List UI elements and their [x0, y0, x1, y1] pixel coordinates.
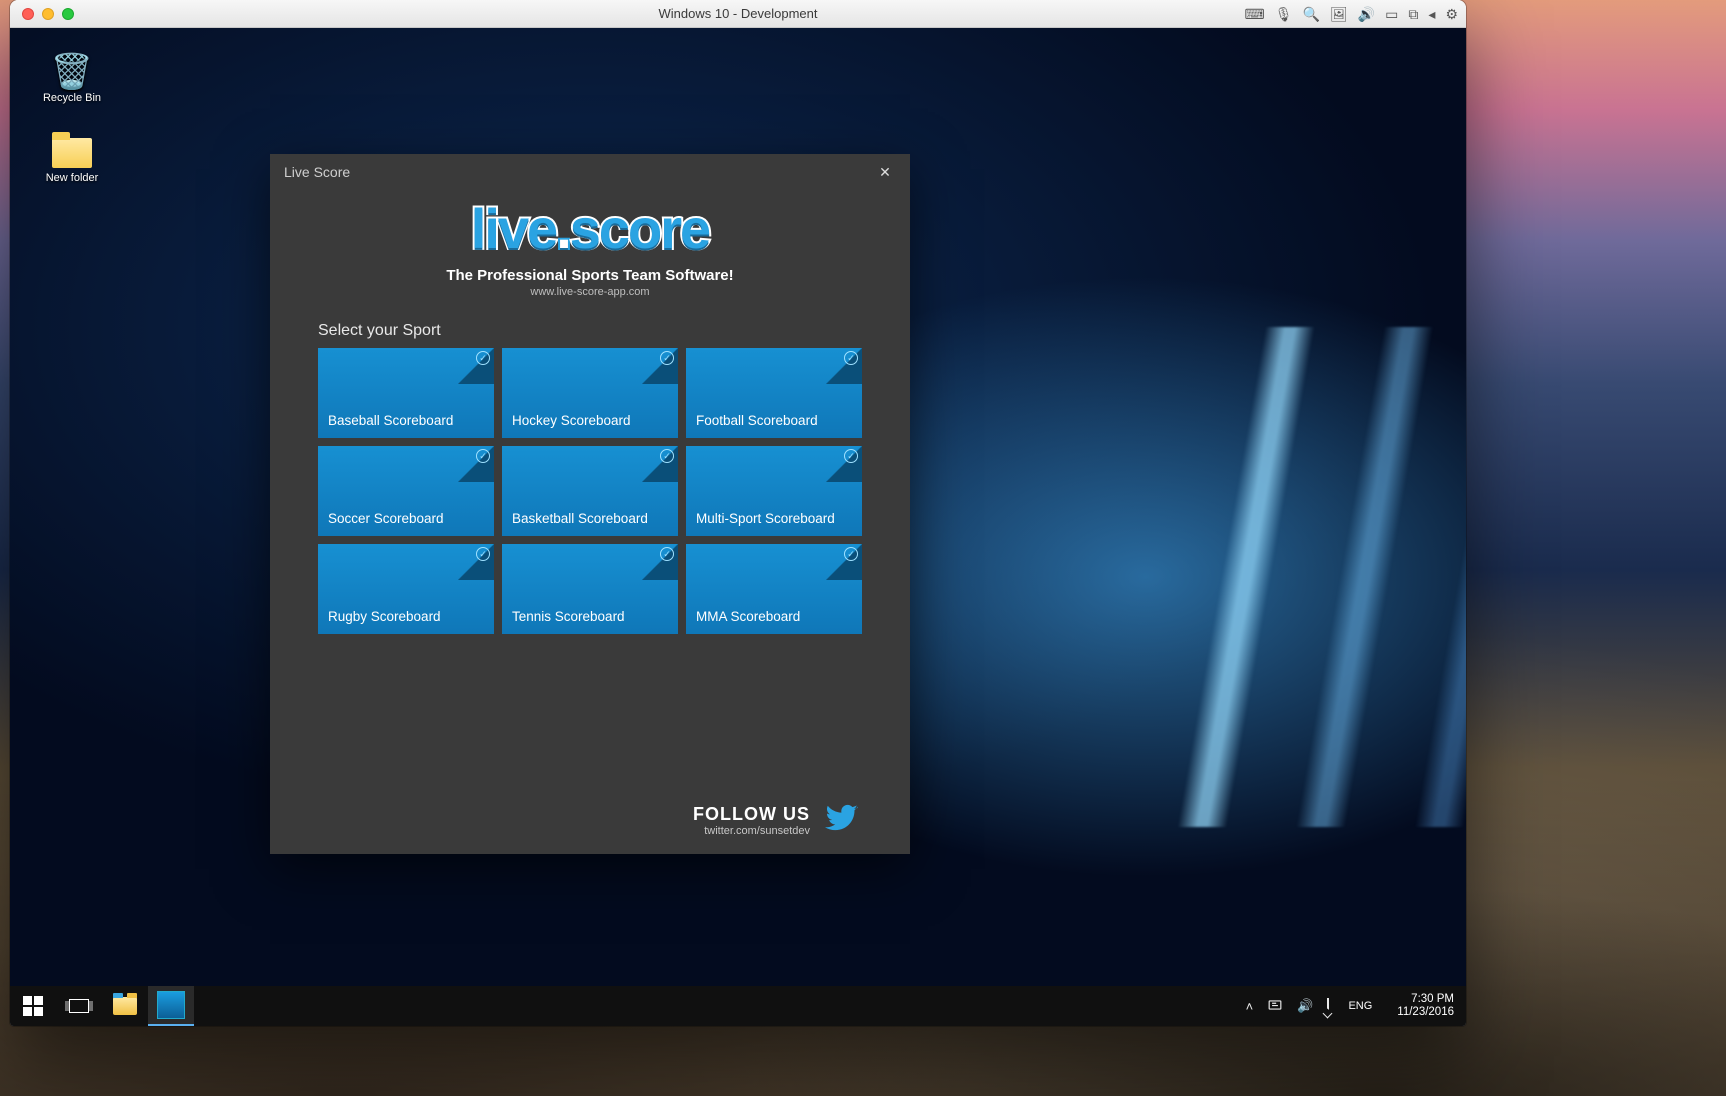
mac-desktop-background: Windows 10 - Development ⌨ 🎙 🔍 🖼 🔊 ▭ ⧉ ◂…: [0, 0, 1726, 1096]
taskbar-time: 7:30 PM: [1397, 993, 1454, 1006]
desktop-icons: 🗑️ Recycle Bin New folder: [34, 52, 110, 184]
volume-icon[interactable]: 🔊: [1297, 998, 1313, 1014]
desktop-icon-label: New folder: [34, 172, 110, 184]
recycle-bin-icon[interactable]: 🗑️ Recycle Bin: [34, 52, 110, 104]
task-view-icon: [69, 999, 89, 1013]
tile-label: Hockey Scoreboard: [512, 413, 631, 428]
follow-us-handle: twitter.com/sunsetdev: [693, 825, 810, 837]
windows-desktop[interactable]: 🗑️ Recycle Bin New folder Live Score ✕: [10, 28, 1466, 1026]
new-folder-icon[interactable]: New folder: [34, 134, 110, 184]
logo-text-left: live: [471, 197, 556, 260]
tile-baseball[interactable]: Baseball Scoreboard: [318, 348, 494, 438]
tile-label: Baseball Scoreboard: [328, 413, 453, 428]
mac-traffic-lights: [22, 8, 74, 20]
vm-host-window: Windows 10 - Development ⌨ 🎙 🔍 🖼 🔊 ▭ ⧉ ◂…: [10, 0, 1466, 1026]
live-score-app-icon: [157, 991, 185, 1019]
tile-label: Multi-Sport Scoreboard: [696, 511, 835, 526]
sport-tile-grid: Baseball Scoreboard Hockey Scoreboard Fo…: [318, 348, 862, 634]
check-icon: [660, 547, 674, 561]
follow-us-title: FOLLOW US: [693, 804, 810, 825]
tile-label: Basketball Scoreboard: [512, 511, 648, 526]
camera-icon[interactable]: 🖼: [1330, 7, 1348, 21]
windows-logo-icon: [23, 996, 43, 1016]
app-tagline: The Professional Sports Team Software!: [318, 267, 862, 284]
mic-icon[interactable]: 🎙: [1275, 7, 1293, 21]
tile-hockey[interactable]: Hockey Scoreboard: [502, 348, 678, 438]
back-icon[interactable]: ◂: [1428, 7, 1435, 21]
live-score-window: Live Score ✕ live.score The Professional…: [270, 154, 910, 854]
app-logo: live.score The Professional Sports Team …: [318, 196, 862, 298]
close-icon[interactable]: [22, 8, 34, 20]
check-icon: [844, 547, 858, 561]
task-view-button[interactable]: [56, 986, 102, 1026]
app-site-url: www.live-score-app.com: [318, 286, 862, 298]
file-explorer-icon: [113, 997, 137, 1015]
search-icon[interactable]: 🔍: [1303, 7, 1320, 21]
check-icon: [844, 449, 858, 463]
app-title: Live Score: [284, 164, 350, 180]
check-icon: [844, 351, 858, 365]
logo-text-dot: .: [556, 197, 570, 260]
tile-tennis[interactable]: Tennis Scoreboard: [502, 544, 678, 634]
check-icon: [660, 351, 674, 365]
file-explorer-button[interactable]: [102, 986, 148, 1026]
twitter-icon[interactable]: [822, 801, 862, 840]
taskbar-date: 11/23/2016: [1397, 1006, 1454, 1019]
tile-basketball[interactable]: Basketball Scoreboard: [502, 446, 678, 536]
logo-text-right: score: [570, 197, 709, 260]
minimize-icon[interactable]: [42, 8, 54, 20]
tile-label: MMA Scoreboard: [696, 609, 800, 624]
tray-chevron-icon[interactable]: ˄: [1246, 999, 1254, 1014]
network-icon[interactable]: [1267, 998, 1283, 1015]
app-body: live.score The Professional Sports Team …: [270, 190, 910, 854]
tile-soccer[interactable]: Soccer Scoreboard: [318, 446, 494, 536]
tile-mma[interactable]: MMA Scoreboard: [686, 544, 862, 634]
tile-rugby[interactable]: Rugby Scoreboard: [318, 544, 494, 634]
check-icon: [476, 351, 490, 365]
volume-icon[interactable]: 🔊: [1358, 7, 1375, 21]
zoom-icon[interactable]: [62, 8, 74, 20]
app-titlebar[interactable]: Live Score ✕: [270, 154, 910, 190]
tile-label: Tennis Scoreboard: [512, 609, 625, 624]
pip-icon[interactable]: ⧉: [1408, 7, 1418, 21]
tile-multi-sport[interactable]: Multi-Sport Scoreboard: [686, 446, 862, 536]
desktop-icon-label: Recycle Bin: [34, 92, 110, 104]
language-indicator[interactable]: ENG: [1343, 997, 1377, 1015]
tablet-icon[interactable]: ▭: [1385, 7, 1398, 21]
mac-titlebar: Windows 10 - Development ⌨ 🎙 🔍 🖼 🔊 ▭ ⧉ ◂…: [10, 0, 1466, 28]
tile-label: Soccer Scoreboard: [328, 511, 444, 526]
keyboard-icon[interactable]: ⌨: [1245, 7, 1265, 21]
close-button[interactable]: ✕: [870, 157, 900, 187]
check-icon: [476, 547, 490, 561]
trash-icon: 🗑️: [34, 52, 110, 92]
check-icon: [660, 449, 674, 463]
taskbar-clock[interactable]: 7:30 PM 11/23/2016: [1391, 993, 1460, 1019]
tile-label: Football Scoreboard: [696, 413, 818, 428]
vm-host-toolbar: ⌨ 🎙 🔍 🖼 🔊 ▭ ⧉ ◂ ⚙: [1245, 7, 1458, 21]
select-sport-label: Select your Sport: [318, 322, 862, 340]
tile-football[interactable]: Football Scoreboard: [686, 348, 862, 438]
tile-label: Rugby Scoreboard: [328, 609, 441, 624]
folder-icon: [52, 138, 92, 168]
live-score-taskbar-button[interactable]: [148, 986, 194, 1026]
gear-icon[interactable]: ⚙: [1445, 7, 1458, 21]
action-center-icon[interactable]: [1327, 999, 1329, 1014]
start-button[interactable]: [10, 986, 56, 1026]
follow-us[interactable]: FOLLOW US twitter.com/sunsetdev: [318, 785, 862, 840]
check-icon: [476, 449, 490, 463]
windows-taskbar: ˄ 🔊 ENG 7:30 PM 11/23/2016: [10, 986, 1466, 1026]
